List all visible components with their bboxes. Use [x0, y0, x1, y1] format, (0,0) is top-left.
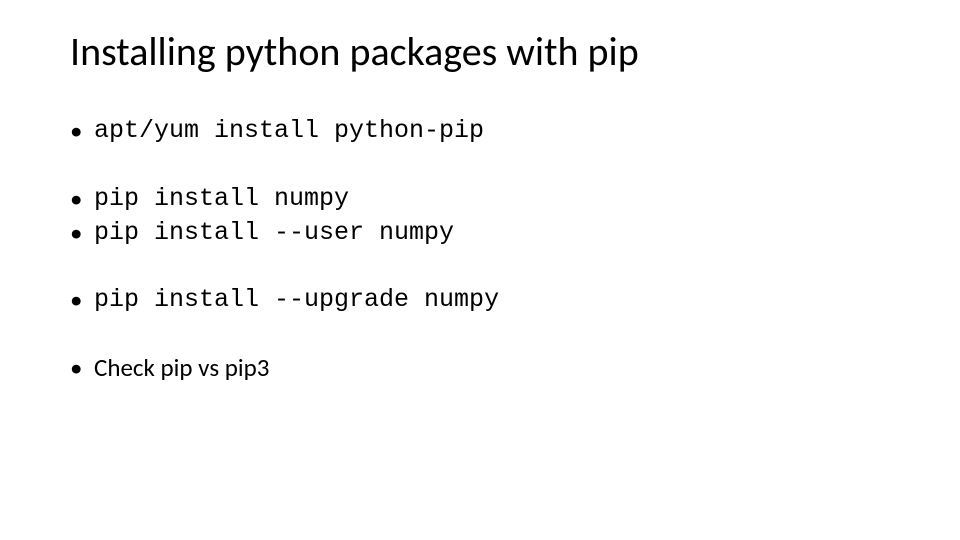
- list-item: pip install --upgrade numpy: [70, 283, 890, 317]
- slide: Installing python packages with pip apt/…: [0, 0, 960, 540]
- bullet-list: Check pip vs pip3: [70, 351, 890, 385]
- list-item: Check pip vs pip3: [70, 351, 890, 385]
- spacer: [70, 249, 890, 283]
- bullet-list: pip install numpy pip install --user num…: [70, 182, 890, 250]
- list-item: apt/yum install python-pip: [70, 114, 890, 148]
- list-item: pip install --user numpy: [70, 216, 890, 250]
- bullet-list: apt/yum install python-pip: [70, 114, 890, 148]
- spacer: [70, 317, 890, 351]
- bullet-list: pip install --upgrade numpy: [70, 283, 890, 317]
- list-item: pip install numpy: [70, 182, 890, 216]
- slide-title: Installing python packages with pip: [70, 30, 890, 74]
- spacer: [70, 148, 890, 182]
